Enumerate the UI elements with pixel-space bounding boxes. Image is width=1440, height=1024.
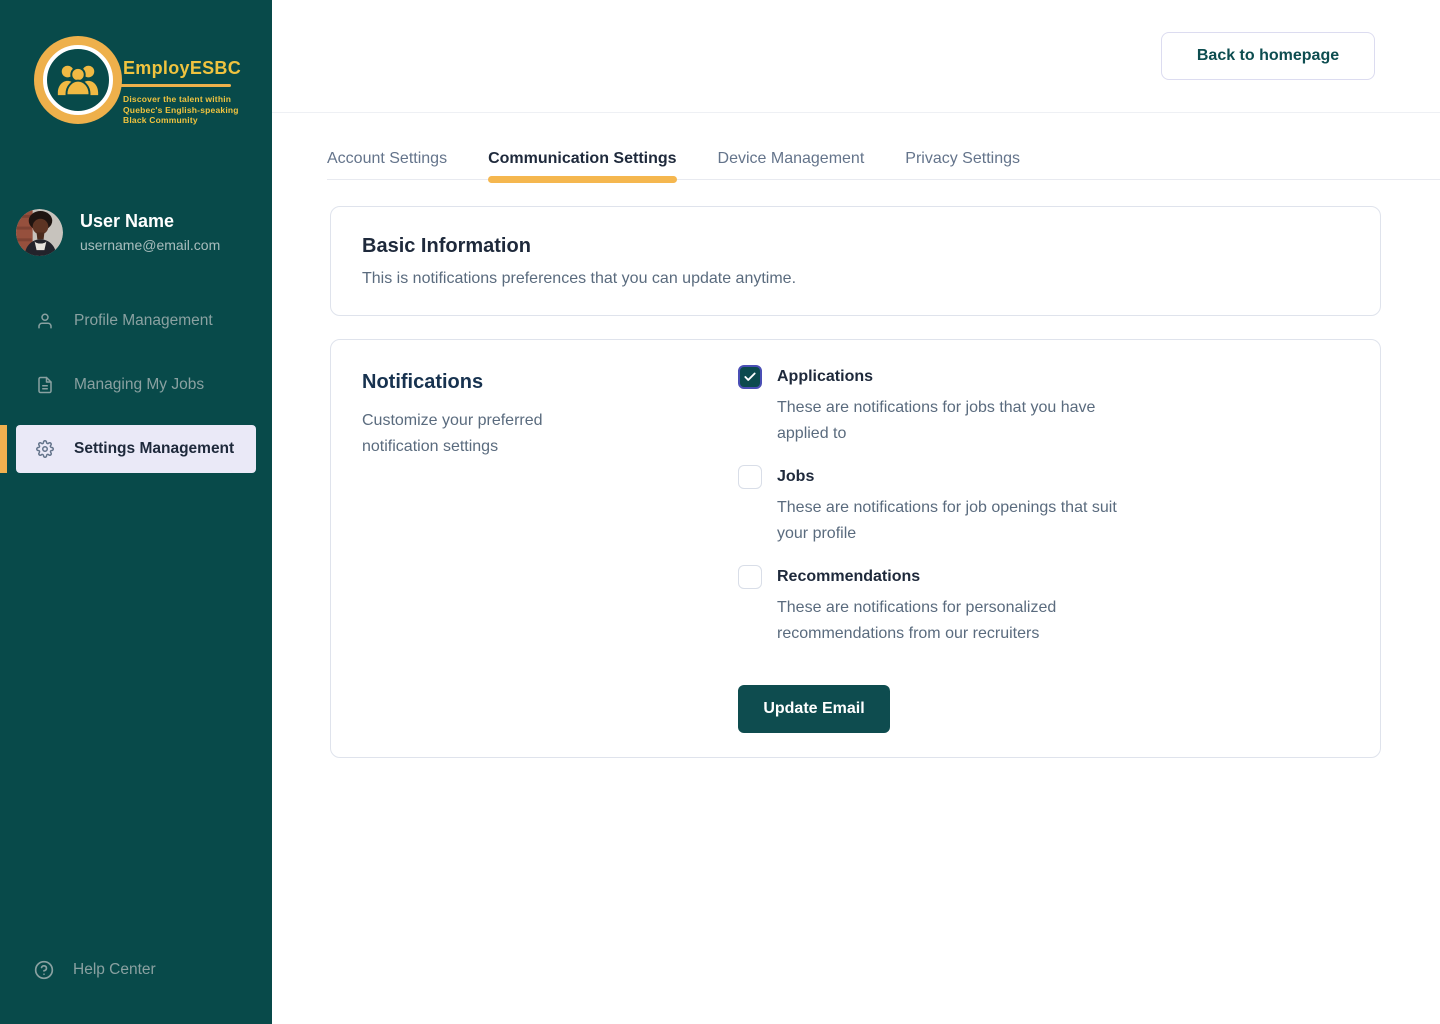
notifications-card: Notifications Customize your preferred n… bbox=[330, 339, 1381, 758]
brand-underline bbox=[103, 84, 231, 87]
jobs-label: Jobs bbox=[777, 468, 814, 486]
sidebar-item-profile-management[interactable]: Profile Management bbox=[16, 297, 256, 345]
recommendations-checkbox[interactable] bbox=[738, 565, 762, 589]
applications-label: Applications bbox=[777, 368, 873, 386]
applications-description: These are notifications for jobs that yo… bbox=[777, 395, 1122, 447]
tab-device-management[interactable]: Device Management bbox=[718, 113, 865, 179]
applications-checkbox[interactable] bbox=[738, 365, 762, 389]
tab-account-settings[interactable]: Account Settings bbox=[327, 113, 447, 179]
main-content: Back to homepage Account Settings Commun… bbox=[272, 0, 1440, 1024]
basic-information-description: This is notifications preferences that y… bbox=[362, 270, 1348, 288]
brand-name: EmployESBC bbox=[123, 58, 241, 79]
user-profile: User Name username@email.com bbox=[0, 209, 272, 256]
topbar: Back to homepage bbox=[272, 0, 1440, 113]
basic-information-title: Basic Information bbox=[362, 235, 1348, 258]
logo-ring bbox=[34, 36, 122, 124]
document-icon bbox=[36, 376, 54, 394]
notifications-title: Notifications bbox=[362, 371, 738, 394]
help-center-label: Help Center bbox=[73, 961, 156, 979]
tab-bar: Account Settings Communication Settings … bbox=[327, 113, 1440, 180]
update-email-button[interactable]: Update Email bbox=[738, 685, 890, 733]
brand-logo: EmployESBC Discover the talent within Qu… bbox=[0, 0, 272, 126]
sidebar-nav: Profile Management Managing My Jobs Sett… bbox=[0, 281, 272, 473]
tab-privacy-settings[interactable]: Privacy Settings bbox=[905, 113, 1020, 179]
person-icon bbox=[36, 312, 54, 330]
back-to-homepage-button[interactable]: Back to homepage bbox=[1161, 32, 1375, 80]
question-circle-icon bbox=[34, 960, 54, 980]
user-name: User Name bbox=[80, 211, 220, 232]
notifications-subtitle: Customize your preferred notification se… bbox=[362, 408, 577, 460]
help-center-link[interactable]: Help Center bbox=[0, 960, 272, 980]
tab-communication-settings[interactable]: Communication Settings bbox=[488, 113, 676, 179]
basic-information-card: Basic Information This is notifications … bbox=[330, 206, 1381, 316]
people-group-icon bbox=[52, 54, 104, 106]
brand-tagline: Discover the talent within Quebec's Engl… bbox=[123, 94, 241, 126]
avatar bbox=[16, 209, 63, 256]
sidebar-item-managing-my-jobs[interactable]: Managing My Jobs bbox=[16, 361, 256, 409]
sidebar-item-label: Settings Management bbox=[74, 440, 234, 458]
recommendations-description: These are notifications for personalized… bbox=[777, 595, 1122, 647]
jobs-description: These are notifications for job openings… bbox=[777, 495, 1122, 547]
user-email: username@email.com bbox=[80, 237, 220, 253]
sidebar-item-label: Managing My Jobs bbox=[74, 376, 204, 394]
sidebar: EmployESBC Discover the talent within Qu… bbox=[0, 0, 272, 1024]
check-icon bbox=[743, 370, 757, 384]
notification-option-recommendations: Recommendations These are notifications … bbox=[738, 565, 1122, 647]
notification-option-jobs: Jobs These are notifications for job ope… bbox=[738, 465, 1122, 547]
notification-option-applications: Applications These are notifications for… bbox=[738, 365, 1122, 447]
recommendations-label: Recommendations bbox=[777, 568, 920, 586]
sidebar-item-label: Profile Management bbox=[74, 312, 213, 330]
gear-icon bbox=[36, 440, 54, 458]
jobs-checkbox[interactable] bbox=[738, 465, 762, 489]
sidebar-item-settings-management[interactable]: Settings Management bbox=[16, 425, 256, 473]
